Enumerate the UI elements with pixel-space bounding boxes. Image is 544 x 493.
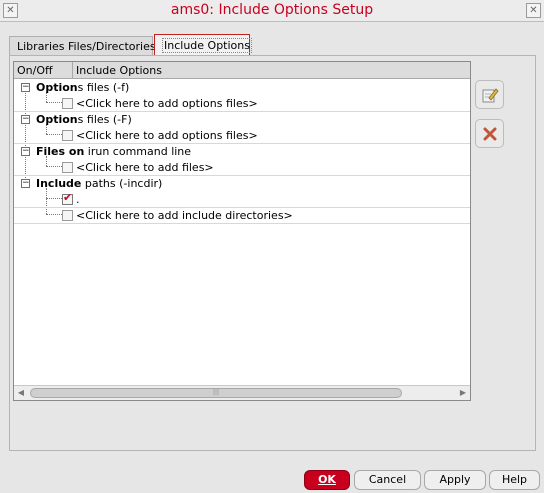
row-checkbox[interactable] xyxy=(62,162,73,173)
delete-button[interactable] xyxy=(475,119,504,148)
collapse-icon[interactable]: − xyxy=(21,115,30,124)
apply-label: Apply xyxy=(439,473,471,486)
title-bar: ✕ ams0: Include Options Setup ✕ xyxy=(0,0,544,22)
row-label[interactable]: <Click here to add include directories> xyxy=(76,209,293,222)
ok-button[interactable]: OK xyxy=(304,470,350,490)
tree-group-include-paths[interactable]: − Include paths (-incdir) xyxy=(14,176,470,192)
group-label-rest: s files (-F) xyxy=(77,113,132,126)
close-icon[interactable]: ✕ xyxy=(526,3,541,18)
help-label: Help xyxy=(501,473,528,486)
group-label-bold: Include xyxy=(36,177,82,190)
delete-icon xyxy=(483,127,497,141)
help-button[interactable]: Help xyxy=(489,470,540,490)
horizontal-scrollbar[interactable]: ◀ ||| ▶ xyxy=(14,385,470,400)
tree-group-options-F[interactable]: − Options files (-F) xyxy=(14,112,470,128)
row-label[interactable]: <Click here to add options files> xyxy=(76,129,258,142)
column-header-include-options[interactable]: Include Options xyxy=(76,64,162,77)
collapse-icon[interactable]: − xyxy=(21,147,30,156)
ok-label: OK xyxy=(318,473,336,486)
cancel-label: Cancel xyxy=(368,473,407,486)
edit-icon xyxy=(482,88,499,103)
tree-row[interactable]: <Click here to add files> xyxy=(14,160,470,176)
row-checkbox-checked[interactable] xyxy=(62,191,73,205)
row-checkbox[interactable] xyxy=(62,98,73,109)
tab-label: Libraries Files/Directories xyxy=(17,40,156,53)
scroll-right-icon[interactable]: ▶ xyxy=(458,388,468,398)
tree-row[interactable]: <Click here to add options files> xyxy=(14,128,470,144)
tree-row[interactable]: <Click here to add include directories> xyxy=(14,208,470,224)
tab-include-options[interactable]: Include Options xyxy=(154,34,252,56)
scrollbar-thumb[interactable]: ||| xyxy=(30,388,402,398)
window-title: ams0: Include Options Setup xyxy=(170,2,374,18)
scroll-left-icon[interactable]: ◀ xyxy=(16,388,26,398)
group-label-bold: Option xyxy=(36,113,78,126)
tree-row[interactable]: <Click here to add options files> xyxy=(14,96,470,112)
collapse-icon[interactable]: − xyxy=(21,179,30,188)
tree-group-options-f[interactable]: − Options files (-f) xyxy=(14,80,470,96)
row-checkbox[interactable] xyxy=(62,210,73,221)
cancel-button[interactable]: Cancel xyxy=(354,470,421,490)
tree-group-files-irun[interactable]: − Files on irun command line xyxy=(14,144,470,160)
tree-row[interactable]: . xyxy=(14,191,470,208)
tab-label: Include Options xyxy=(162,38,252,53)
group-label-rest: paths (-incdir) xyxy=(81,177,163,190)
collapse-icon[interactable]: − xyxy=(21,83,30,92)
row-label[interactable]: <Click here to add files> xyxy=(76,161,214,174)
edit-button[interactable] xyxy=(475,80,504,109)
table-header: On/Off Include Options xyxy=(14,62,470,79)
group-label-rest: irun command line xyxy=(84,145,192,158)
group-label-bold: Files on xyxy=(36,145,85,158)
tab-libraries-files-directories[interactable]: Libraries Files/Directories xyxy=(9,36,156,55)
row-label[interactable]: . xyxy=(76,193,80,206)
apply-button[interactable]: Apply xyxy=(424,470,486,490)
column-header-onoff[interactable]: On/Off xyxy=(17,64,53,77)
include-options-tree: On/Off Include Options − Options files (… xyxy=(13,61,471,401)
group-label-rest: s files (-f) xyxy=(77,81,130,94)
group-label-bold: Option xyxy=(36,81,78,94)
row-label[interactable]: <Click here to add options files> xyxy=(76,97,258,110)
row-checkbox[interactable] xyxy=(62,130,73,141)
